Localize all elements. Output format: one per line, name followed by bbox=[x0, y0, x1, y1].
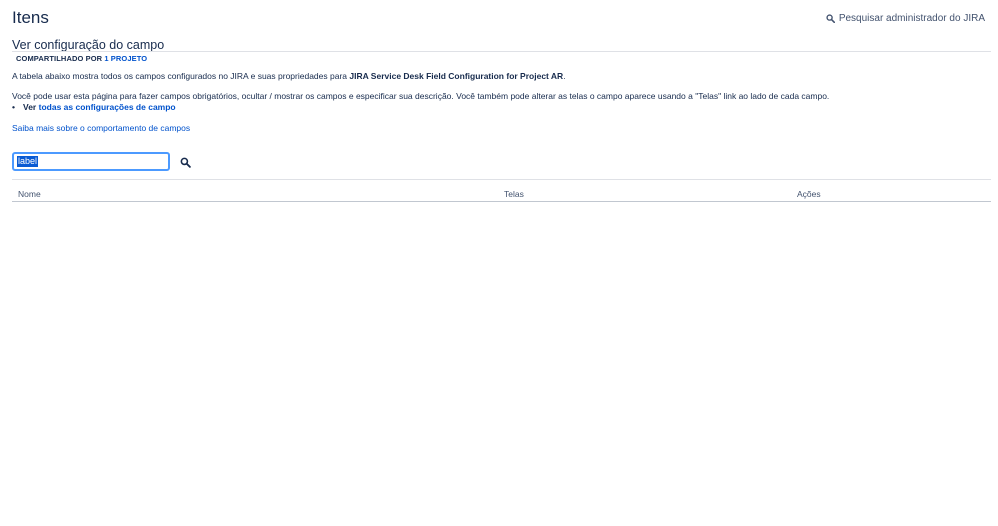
view-all-configs-item: Ver todas as configurações de campo bbox=[12, 102, 176, 112]
learn-more-link[interactable]: Saiba mais sobre o comportamento de camp… bbox=[12, 123, 190, 133]
column-header-telas: Telas bbox=[504, 189, 524, 199]
admin-search-link[interactable]: Pesquisar administrador do JIRA bbox=[826, 13, 985, 24]
description-line-2: Você pode usar esta página para fazer ca… bbox=[12, 91, 830, 101]
admin-search-label: Pesquisar administrador do JIRA bbox=[838, 13, 985, 24]
divider bbox=[12, 51, 991, 52]
description-line-1: A tabela abaixo mostra todos os campos c… bbox=[12, 71, 566, 81]
field-search-input[interactable]: label bbox=[12, 152, 170, 171]
search-icon bbox=[826, 14, 835, 23]
shared-by-label: COMPARTILHADO POR 1 PROJETO bbox=[16, 54, 148, 63]
all-field-configurations-link[interactable]: todas as configurações de campo bbox=[39, 102, 176, 112]
page-title: Itens bbox=[12, 8, 49, 27]
shared-projects-link[interactable]: 1 PROJETO bbox=[104, 54, 147, 63]
search-icon[interactable] bbox=[180, 157, 191, 168]
configuration-name: JIRA Service Desk Field Configuration fo… bbox=[349, 71, 564, 81]
section-title: Ver configuração do campo bbox=[12, 38, 165, 52]
column-header-nome: Nome bbox=[18, 189, 41, 199]
table-header-border bbox=[12, 201, 991, 202]
table-top-border bbox=[12, 179, 991, 180]
search-input-value: label bbox=[17, 156, 39, 167]
column-header-acoes: Ações bbox=[797, 189, 821, 199]
